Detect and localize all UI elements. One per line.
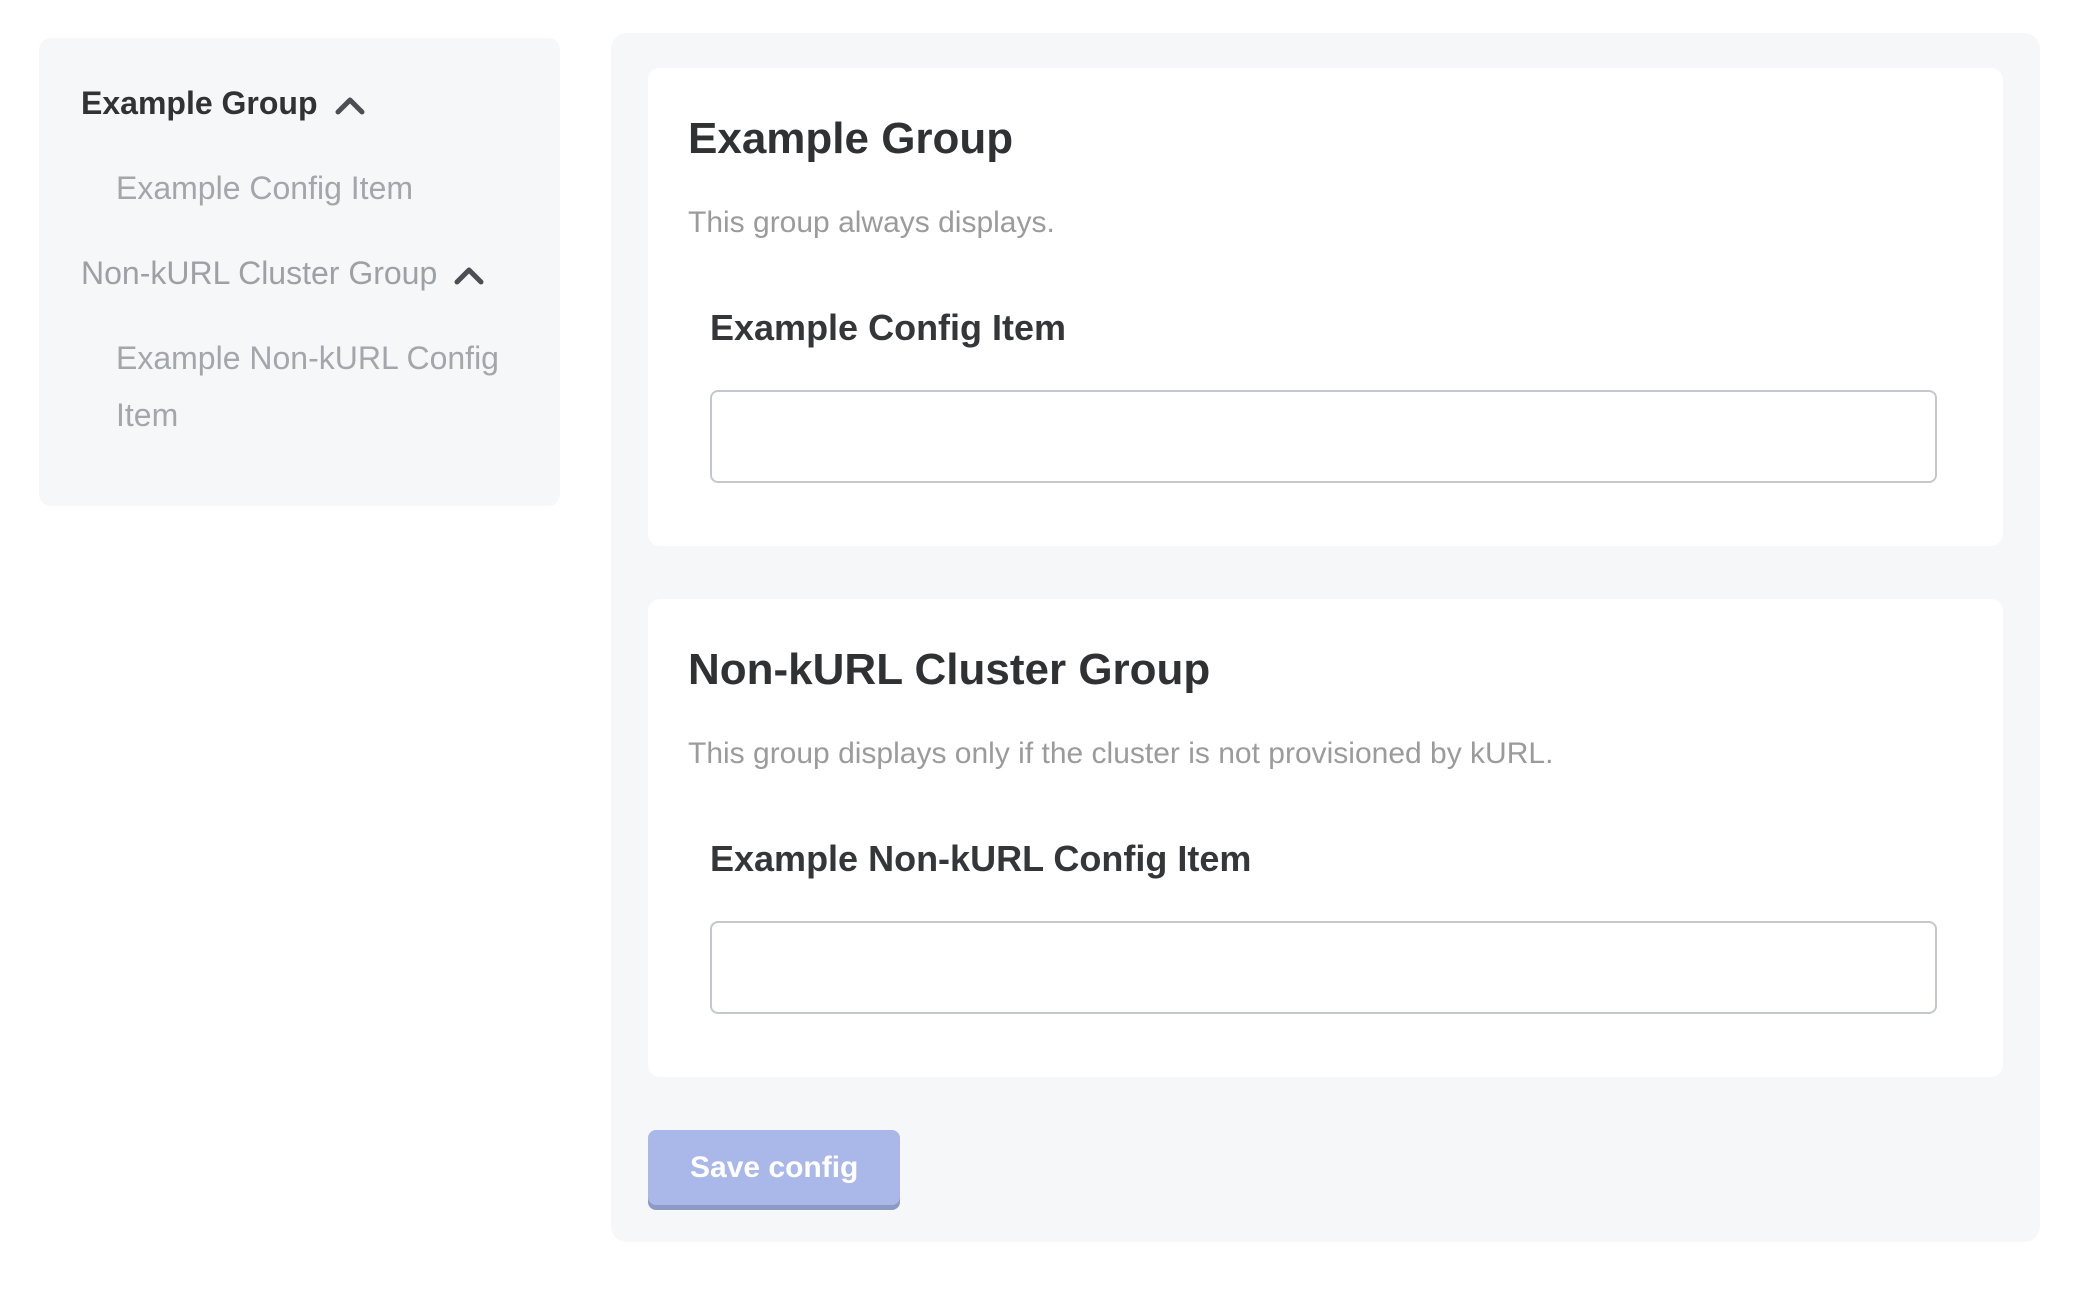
group-title: Example Group [688, 115, 1937, 163]
chevron-up-icon[interactable] [453, 266, 485, 286]
sidebar-item-example-non-kurl-config-item[interactable]: Example Non-kURL Config Item [116, 330, 516, 444]
sidebar-item-example-config-item[interactable]: Example Config Item [116, 160, 516, 217]
sidebar-group-label: Non-kURL Cluster Group [81, 245, 437, 302]
config-item: Example Config Item [710, 307, 1937, 483]
sidebar-group-example-group[interactable]: Example Group [81, 75, 520, 132]
save-config-button[interactable]: Save config [648, 1130, 900, 1205]
config-sidebar: Example Group Example Config Item Non-kU… [39, 38, 560, 506]
config-item-label: Example Non-kURL Config Item [710, 838, 1937, 880]
sidebar-group-label: Example Group [81, 75, 318, 132]
config-main-panel: Example Group This group always displays… [611, 33, 2040, 1242]
config-group-card-example-group: Example Group This group always displays… [648, 68, 2003, 546]
group-title: Non-kURL Cluster Group [688, 646, 1937, 694]
config-item-label: Example Config Item [710, 307, 1937, 349]
group-description: This group always displays. [688, 205, 1937, 241]
sidebar-group-non-kurl-cluster-group[interactable]: Non-kURL Cluster Group [81, 245, 520, 302]
group-description: This group displays only if the cluster … [688, 736, 1937, 772]
chevron-up-icon[interactable] [334, 96, 366, 116]
config-group-card-non-kurl-cluster-group: Non-kURL Cluster Group This group displa… [648, 599, 2003, 1077]
config-item: Example Non-kURL Config Item [710, 838, 1937, 1014]
example-non-kurl-config-item-input[interactable] [710, 921, 1937, 1014]
example-config-item-input[interactable] [710, 390, 1937, 483]
